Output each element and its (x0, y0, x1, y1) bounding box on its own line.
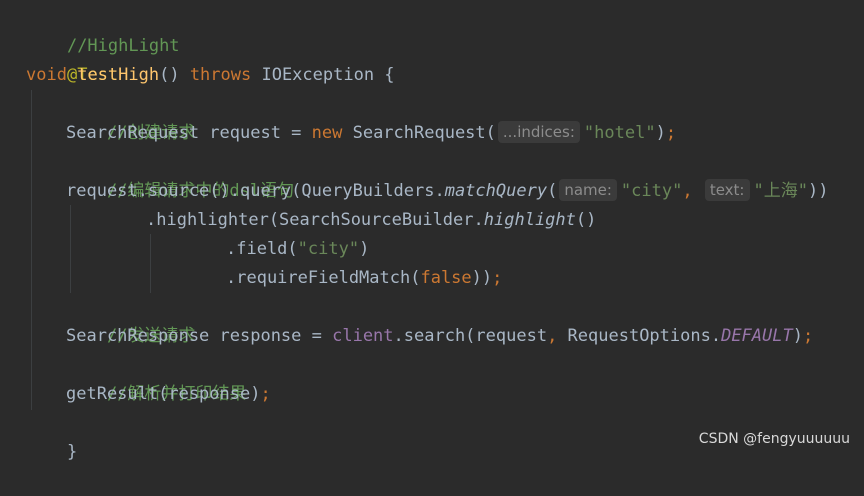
code-line-8[interactable]: .highlighter(SearchSourceBuilder.highlig… (146, 206, 596, 235)
code-line-7[interactable]: request.source().query(QueryBuilders.mat… (66, 177, 828, 206)
static-method: matchQuery (444, 181, 548, 201)
static-constant: DEFAULT (721, 326, 793, 346)
code-text: ) (359, 239, 370, 259)
parameter-hint: ...indices: (497, 121, 580, 143)
code-text: .highlighter(SearchSourceBuilder. (146, 210, 484, 230)
keyword: new (311, 123, 343, 143)
closing-brace: } (66, 442, 78, 462)
code-line-15[interactable]: } (26, 409, 77, 462)
code-text: RequestOptions. (557, 326, 722, 346)
semicolon: ; (802, 326, 814, 346)
watermark: CSDN @fengyuuuuuu (698, 431, 850, 447)
comma: , (682, 181, 693, 201)
code-text: ( (547, 181, 558, 201)
code-line-5[interactable]: SearchRequest request = new SearchReques… (66, 119, 676, 148)
field-reference: client (332, 326, 394, 346)
parameter-hint: text: (704, 179, 750, 201)
code-text: () (159, 65, 190, 85)
code-line-10[interactable]: .requireFieldMatch(false)); (226, 264, 502, 293)
code-text: SearchResponse response = (66, 326, 333, 346)
indent-guide (31, 90, 32, 410)
code-text: SearchRequest( (342, 123, 496, 143)
code-line-2[interactable]: @Test (26, 32, 118, 85)
code-line-6[interactable]: //编辑请求中的dsl语句 (66, 148, 294, 201)
code-text: )) (807, 181, 829, 201)
semicolon: ; (260, 384, 271, 404)
code-text: .search(request (393, 326, 548, 346)
code-line-9[interactable]: .field("city") (226, 235, 369, 264)
static-method: highlight (483, 210, 576, 230)
semicolon: ; (665, 123, 677, 143)
code-text: SearchRequest request = (66, 123, 312, 143)
keyword: throws (189, 65, 252, 85)
string-literal: "hotel" (583, 123, 656, 143)
string-literal: "上海" (753, 181, 808, 201)
code-text: IOException { (251, 65, 395, 85)
code-line-13[interactable]: //解析并打印结果 (66, 351, 246, 404)
code-line-3[interactable]: void testHigh() throws IOException { (26, 61, 395, 90)
string-literal: "city" (297, 239, 360, 259)
code-text: getResult(response) (66, 384, 261, 404)
keyword: false (420, 268, 472, 288)
indent-guide (150, 234, 151, 293)
string-literal: "city" (620, 181, 683, 201)
code-text: )) (471, 268, 493, 288)
comma: , (547, 326, 558, 346)
method-name: testHigh (77, 65, 160, 85)
code-line-11[interactable]: //发送请求 (66, 293, 195, 346)
code-text: ) (655, 123, 666, 143)
code-text: .requireFieldMatch( (226, 268, 421, 288)
code-text: ) (792, 326, 803, 346)
code-line-4[interactable]: //创建请求 (66, 90, 195, 143)
code-text: () (575, 210, 597, 230)
code-line-1[interactable]: //HighLight (26, 3, 180, 56)
code-text: .field( (226, 239, 298, 259)
parameter-hint: name: (559, 179, 617, 201)
code-line-12[interactable]: SearchResponse response = client.search(… (66, 322, 813, 351)
code-editor[interactable]: //HighLight @Test void testHigh() throws… (0, 0, 864, 462)
semicolon: ; (492, 268, 503, 288)
keyword: void (26, 65, 67, 85)
code-text: request.source().query(QueryBuilders. (66, 181, 445, 201)
code-line-14[interactable]: getResult(response); (66, 380, 271, 409)
